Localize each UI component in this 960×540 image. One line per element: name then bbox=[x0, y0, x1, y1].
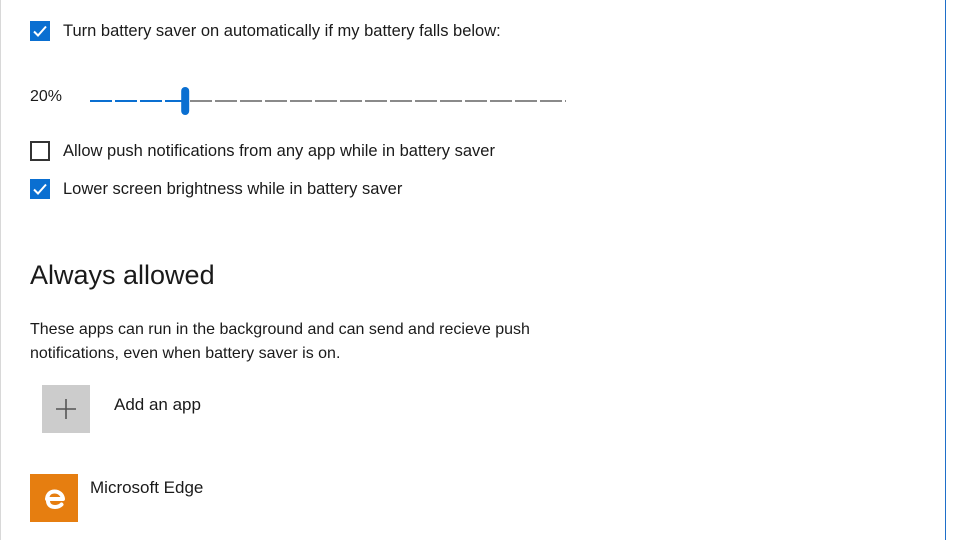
lower-brightness-checkbox[interactable]: Lower screen brightness while in battery… bbox=[30, 177, 402, 201]
push-notifications-label: Allow push notifications from any app wh… bbox=[63, 141, 495, 160]
window-right-border bbox=[945, 0, 946, 540]
add-app-button[interactable] bbox=[42, 385, 90, 433]
threshold-value: 20% bbox=[30, 88, 63, 105]
always-allowed-description: These apps can run in the background and… bbox=[30, 321, 530, 362]
slider-thumb[interactable] bbox=[181, 87, 190, 115]
edge-app-tile[interactable] bbox=[30, 474, 78, 522]
add-app-label[interactable]: Add an app bbox=[114, 395, 201, 415]
checkbox-checked-icon[interactable] bbox=[30, 21, 50, 41]
window-left-edge bbox=[0, 0, 1, 540]
auto-battery-saver-checkbox[interactable]: Turn battery saver on automatically if m… bbox=[30, 19, 501, 43]
checkbox-unchecked-icon[interactable] bbox=[30, 141, 50, 161]
plus-icon bbox=[56, 399, 76, 419]
auto-battery-saver-label: Turn battery saver on automatically if m… bbox=[63, 21, 501, 40]
push-notifications-checkbox[interactable]: Allow push notifications from any app wh… bbox=[30, 139, 495, 163]
lower-brightness-label: Lower screen brightness while in battery… bbox=[63, 179, 403, 198]
app-name-microsoft-edge[interactable]: Microsoft Edge bbox=[90, 478, 203, 498]
checkbox-checked-icon[interactable] bbox=[30, 179, 50, 199]
battery-threshold-slider[interactable] bbox=[90, 86, 566, 116]
always-allowed-heading: Always allowed bbox=[30, 260, 215, 290]
edge-icon bbox=[45, 489, 65, 509]
